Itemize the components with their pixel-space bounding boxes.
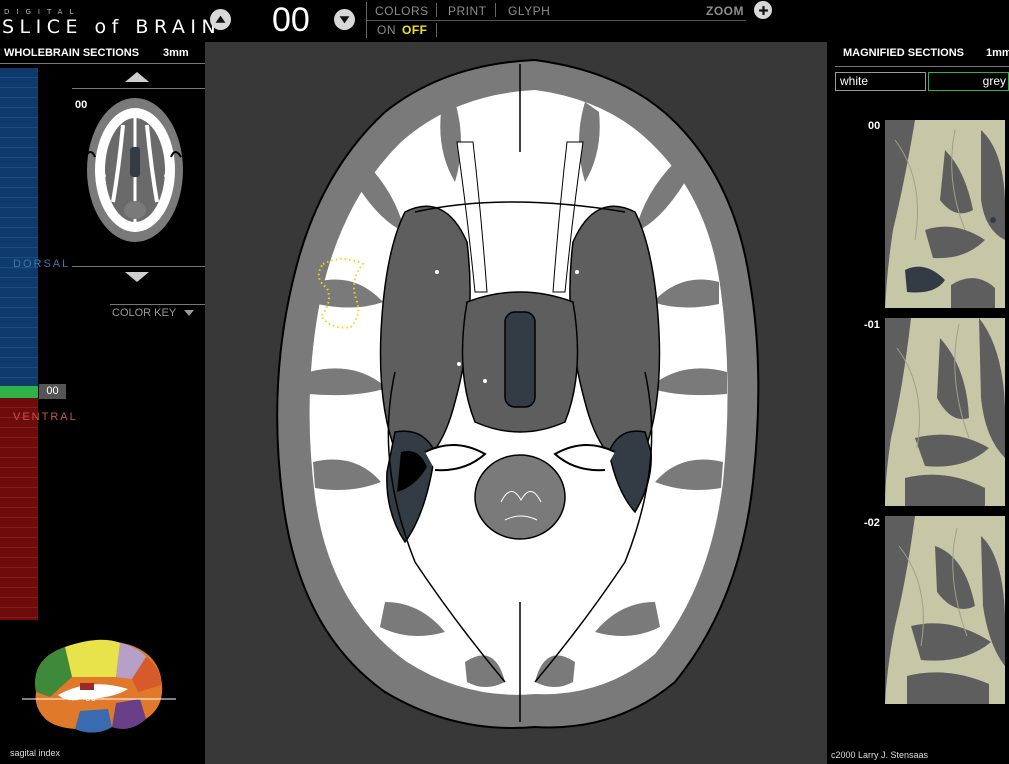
print-menu[interactable]: PRINT <box>448 4 487 18</box>
magnified-label-1: -01 <box>864 319 880 331</box>
chevron-down-icon <box>184 310 195 317</box>
magnified-label-2: -02 <box>864 517 880 529</box>
toolbar-divider <box>436 23 437 37</box>
ventral-slider[interactable] <box>0 398 38 620</box>
colors-off-toggle[interactable]: OFF <box>402 23 428 37</box>
panel-rule <box>835 66 1009 67</box>
toolbar-rule <box>366 20 746 21</box>
panel-rule <box>72 266 205 267</box>
zoom-label: ZOOM <box>706 4 744 18</box>
thumbnail-up-arrow[interactable] <box>125 72 149 82</box>
panel-rule <box>72 88 205 89</box>
colors-menu[interactable]: COLORS <box>375 4 429 18</box>
color-key-dropdown[interactable]: COLOR KEY <box>112 307 195 319</box>
thumbnail-down-arrow[interactable] <box>125 272 149 282</box>
wholebrain-thickness: 3mm <box>163 47 189 59</box>
app-logo: SLICE of BRAIN <box>2 16 222 38</box>
chevron-down-icon <box>339 16 350 24</box>
toolbar-divider <box>436 3 437 17</box>
magnified-thickness: 1mm <box>986 47 1009 59</box>
axial-brain-section[interactable] <box>205 42 827 764</box>
toolbar-divider <box>495 3 496 17</box>
sagittal-caption: sagital index <box>10 748 61 758</box>
wholebrain-title: WHOLEBRAIN SECTIONS <box>4 47 140 59</box>
brain-section-viewer[interactable] <box>205 42 827 764</box>
current-section-marker[interactable] <box>0 386 38 398</box>
wholebrain-thumbnail[interactable] <box>83 97 193 247</box>
current-index-tag: 00 <box>39 384 66 399</box>
wholebrain-panel: WHOLEBRAIN SECTIONS 3mm DORSAL 00 VENTRA… <box>0 42 205 764</box>
panel-rule <box>0 63 205 64</box>
glyph-menu[interactable]: GLYPH <box>508 4 550 18</box>
white-legend-field[interactable]: white <box>835 72 926 91</box>
magnified-section-1[interactable] <box>885 318 1005 506</box>
section-up-button[interactable] <box>210 9 231 30</box>
magnified-section-0[interactable] <box>885 120 1005 308</box>
zoom-in-button[interactable] <box>754 1 772 19</box>
grey-legend-field[interactable]: grey <box>928 72 1009 91</box>
section-number: 00 <box>272 1 310 39</box>
magnified-section-2[interactable] <box>885 516 1005 704</box>
section-down-button[interactable] <box>334 9 355 30</box>
magnified-panel: MAGNIFIED SECTIONS 1mm white grey 00 -01 <box>827 42 1009 764</box>
magnified-label-0: 00 <box>868 120 881 132</box>
sagittal-marker: 00 <box>85 693 97 704</box>
ventral-label: VENTRAL <box>13 411 78 423</box>
logo-subtitle: DIGITAL <box>4 8 81 16</box>
panel-rule <box>110 304 205 305</box>
midbrain <box>474 454 566 540</box>
chevron-up-icon <box>215 15 226 23</box>
plus-icon <box>758 5 768 15</box>
color-key-label: COLOR KEY <box>112 307 176 319</box>
dorsal-label: DORSAL <box>13 258 71 270</box>
sagittal-index-graphic[interactable] <box>20 637 180 747</box>
top-toolbar: DIGITAL SLICE of BRAIN 00 COLORS PRINT G… <box>0 0 1009 42</box>
dorsal-slider[interactable] <box>0 68 38 386</box>
third-ventricle <box>504 311 536 408</box>
copyright-credit: c2000 Larry J. Stensaas <box>831 750 929 760</box>
magnified-title: MAGNIFIED SECTIONS <box>843 47 965 59</box>
colors-on-toggle[interactable]: ON <box>377 23 396 37</box>
